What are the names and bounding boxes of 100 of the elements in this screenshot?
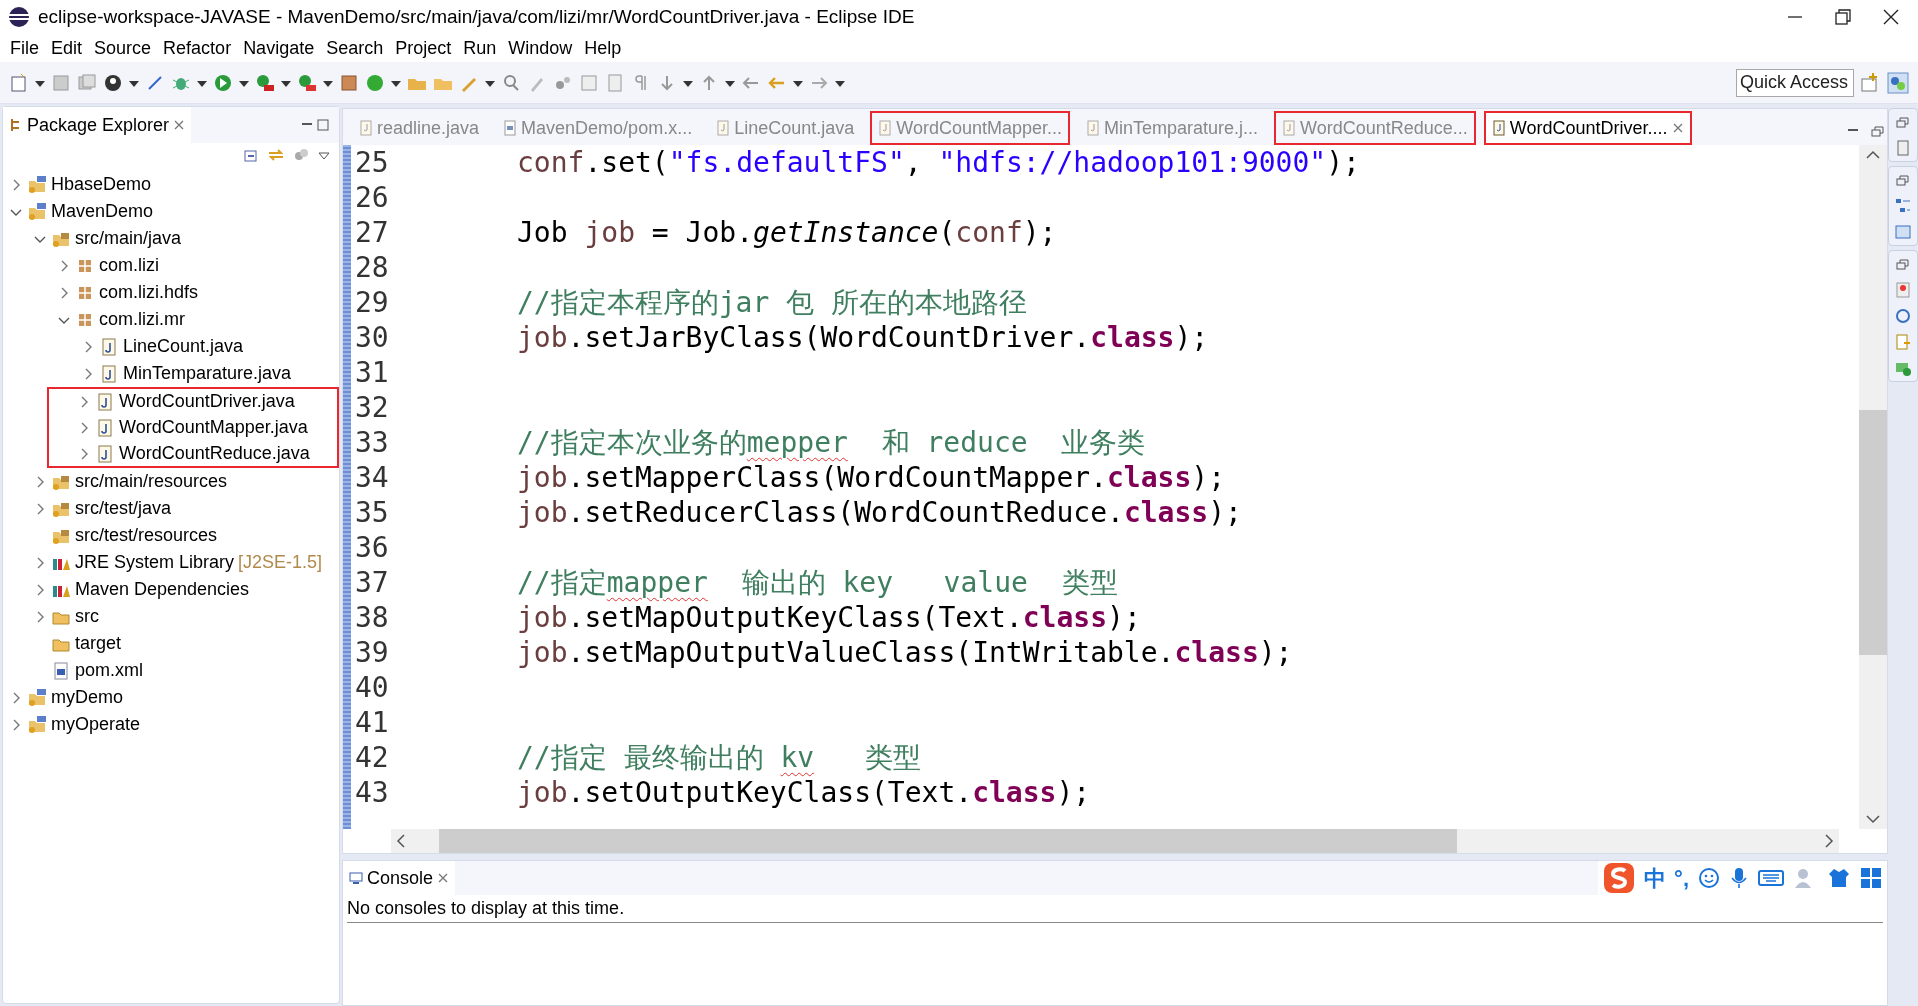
tree-item[interactable]: JRE System Library [75, 549, 235, 576]
editor-tab[interactable]: WordCountDriver.... [1483, 111, 1692, 145]
smiley-icon[interactable] [1697, 866, 1721, 890]
line-number: 29 [355, 285, 390, 320]
code-line: //指定本次业务的mepper 和 reduce 业务类 [517, 426, 1146, 459]
line-number: 26 [355, 180, 390, 215]
tree-item[interactable]: LineCount.java [123, 333, 244, 360]
line-number: 27 [355, 215, 390, 250]
quick-access-field[interactable]: Quick Access [1736, 68, 1854, 97]
shirt-icon[interactable] [1827, 866, 1851, 890]
horizontal-scrollbar[interactable] [391, 829, 1839, 853]
input-mode-label[interactable]: 中 [1644, 861, 1667, 895]
java-file-icon [95, 391, 115, 412]
project-folder-icon [27, 687, 47, 708]
menu-item[interactable]: Window [502, 34, 579, 62]
java-file-icon [1282, 120, 1297, 136]
line-number: 39 [355, 635, 390, 670]
collapse-all-icon[interactable] [243, 147, 259, 163]
tree-item[interactable]: Maven Dependencies [75, 576, 250, 603]
tree-item[interactable]: MavenDemo [51, 198, 154, 225]
menu-item[interactable]: Edit [45, 34, 89, 62]
code-line: Job job = Job.getInstance(conf); [517, 216, 1057, 249]
line-number: 38 [355, 600, 390, 635]
code-line: //指定 最终输出的 kv 类型 [517, 741, 921, 774]
line-number: 33 [355, 425, 390, 460]
tree-item[interactable]: WordCountReduce.java [119, 440, 310, 467]
line-number: 25 [355, 145, 390, 180]
menu-item[interactable]: Refactor [157, 34, 238, 62]
line-number: 37 [355, 565, 390, 600]
view-tab[interactable]: Console [343, 861, 456, 895]
monitor-icon [349, 871, 363, 885]
java-file-icon [878, 120, 893, 136]
java-file-icon [99, 336, 119, 357]
tree-item[interactable]: myOperate [51, 711, 141, 738]
tree-item[interactable]: com.lizi [99, 252, 159, 279]
project-folder-icon [27, 714, 47, 735]
code-line: //指定本程序的jar 包 所在的本地路径 [517, 286, 1027, 319]
java-file-icon [95, 417, 115, 438]
tree-item[interactable]: com.lizi.hdfs [99, 279, 199, 306]
code-line: job.setMapOutputKeyClass(Text.class); [517, 601, 1141, 634]
code-line: job.setReducerClass(WordCountReduce.class); [517, 496, 1242, 529]
project-folder-icon [27, 201, 47, 222]
line-number: 41 [355, 705, 390, 740]
java-file-icon [1086, 120, 1100, 136]
tree-item[interactable]: src/main/resources [75, 468, 228, 495]
outline-icon[interactable] [1894, 197, 1912, 215]
code-line: job.setMapperClass(WordCountMapper.class); [517, 461, 1226, 494]
focus-icon[interactable] [293, 147, 309, 163]
eclipse-logo-icon [8, 6, 30, 28]
tree-item[interactable]: WordCountDriver.java [119, 388, 295, 415]
code-line: //指定mapper 输出的 key value 类型 [517, 566, 1118, 599]
java-file-icon [1491, 120, 1506, 136]
line-number: 31 [355, 355, 390, 390]
menu-item[interactable]: File [4, 34, 45, 62]
library-version: [J2SE-1.5] [238, 551, 323, 574]
line-number: 30 [355, 320, 390, 355]
line-number: 36 [355, 530, 390, 565]
java-perspective-icon[interactable] [1886, 70, 1910, 95]
xml-file-icon [503, 120, 518, 136]
view-tab[interactable]: Package Explorer [3, 107, 192, 143]
code-line: job.setMapOutputValueClass(IntWritable.class); [517, 636, 1293, 669]
tree-item[interactable]: target [75, 630, 122, 657]
console-message: No consoles to display at this time. [347, 895, 1883, 923]
microphone-icon[interactable] [1729, 866, 1749, 890]
menu-item[interactable]: Project [389, 34, 458, 62]
tree-item[interactable]: pom.xml [75, 657, 143, 684]
code-line: conf.set("fs.defaultFS", "hdfs://hadoop101:9000"); [517, 146, 1360, 179]
link-editor-icon[interactable] [267, 147, 285, 163]
line-number: 34 [355, 460, 390, 495]
line-number: 35 [355, 495, 390, 530]
tree-item[interactable]: com.lizi.mr [99, 306, 185, 333]
menu-item[interactable]: Run [457, 34, 503, 62]
tree-item[interactable]: HbaseDemo [51, 171, 152, 198]
java-file-icon [99, 363, 119, 384]
tree-item[interactable]: src/test/java [75, 495, 172, 522]
tree-item[interactable]: myDemo [51, 684, 123, 711]
line-number: 43 [355, 775, 390, 810]
vertical-scrollbar[interactable] [1859, 145, 1887, 829]
grid-icon[interactable] [1859, 866, 1883, 890]
tree-item[interactable]: src [75, 603, 99, 630]
tree-item[interactable]: src/main/java [75, 225, 182, 252]
menu-item[interactable]: Source [88, 34, 158, 62]
line-number: 32 [355, 390, 390, 425]
java-file-icon [95, 443, 115, 464]
punctuation-mode-label[interactable]: °, [1674, 861, 1689, 895]
code-line: job.setJarByClass(WordCountDriver.class); [517, 321, 1209, 354]
tree-item[interactable]: src/test/resources [75, 522, 218, 549]
window-title: eclipse-workspace-JAVASE - MavenDemo/src/main/java/com/lizi/mr/WordCountDriver.java - Eclipse IDE [38, 4, 916, 29]
line-number: 42 [355, 740, 390, 775]
menu-item[interactable]: Navigate [237, 34, 321, 62]
menu-item[interactable]: Search [320, 34, 390, 62]
xml-file-icon [51, 660, 71, 681]
tree-item[interactable]: WordCountMapper.java [119, 414, 308, 441]
java-file-icon [716, 120, 731, 136]
tree-item[interactable]: MinTemparature.java [123, 360, 292, 387]
java-file-icon [359, 120, 373, 136]
problems-icon[interactable] [1894, 281, 1912, 299]
project-folder-icon [27, 174, 47, 195]
menu-item[interactable]: Help [578, 34, 628, 62]
declaration-icon[interactable] [1894, 333, 1912, 351]
